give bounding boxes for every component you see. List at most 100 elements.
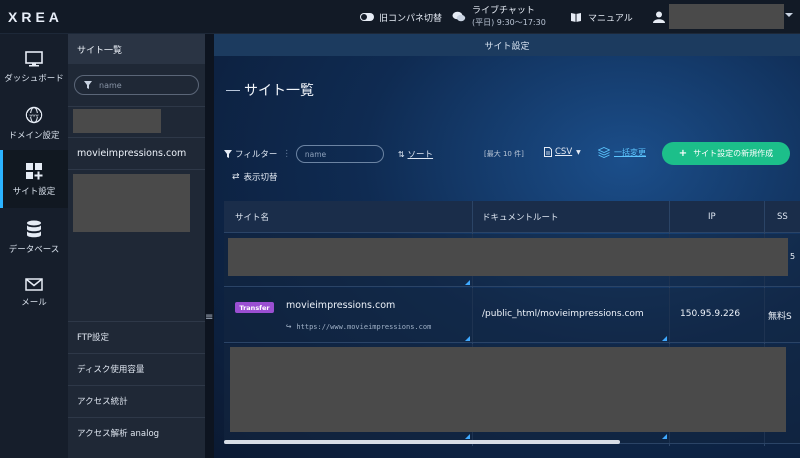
create-site-button[interactable]: + サイト設定の新規作成 bbox=[662, 142, 790, 165]
page-title: サイト一覧 bbox=[226, 80, 314, 100]
table-row[interactable]: Transfer movieimpressions.com ↪ https://… bbox=[224, 288, 800, 343]
display-switch-label: 表示切替 bbox=[243, 173, 278, 183]
column-header-site-name[interactable]: サイト名 bbox=[235, 201, 269, 233]
site-list-item-movieimpressions[interactable]: movieimpressions.com bbox=[77, 148, 186, 159]
main-content: サイト設定 サイト一覧 フィルター ⋮ name ⇅ ソート [最大 10 件]… bbox=[214, 34, 800, 458]
chat-bubble-icon bbox=[452, 11, 466, 22]
filter-name-input[interactable]: name bbox=[295, 145, 384, 163]
legacy-panel-label: 旧コンパネ切替 bbox=[379, 13, 443, 24]
nav-item-database[interactable]: データベース bbox=[0, 208, 68, 266]
site-table: サイト名 ドキュメントルート IP SS 5 Transfer movieimp… bbox=[224, 201, 800, 446]
row-site-url[interactable]: ↪ https://www.movieimpressions.com bbox=[286, 322, 431, 332]
csv-dropdown[interactable]: CSV ▼ bbox=[544, 147, 581, 157]
document-icon bbox=[544, 147, 552, 157]
user-name-redacted[interactable] bbox=[669, 4, 784, 29]
table-row[interactable]: 5 bbox=[224, 234, 800, 287]
manual-link[interactable]: マニュアル bbox=[570, 0, 633, 34]
filter-row: フィルター ⋮ name ⇅ ソート bbox=[224, 145, 433, 163]
corner-marker bbox=[465, 280, 470, 285]
display-switch-button[interactable]: ⇄ 表示切替 bbox=[232, 171, 278, 183]
redacted-row bbox=[230, 347, 786, 432]
subnav-access-analog[interactable]: アクセス解析 analog bbox=[68, 417, 205, 448]
main-navigation: ダッシュボード www ドメイン設定 サイト設定 データベース メール bbox=[0, 34, 68, 458]
manual-label: マニュアル bbox=[588, 13, 633, 24]
panel-collapse-handle-icon[interactable]: ≡ bbox=[205, 312, 213, 323]
row-site-url-text: https://www.movieimpressions.com bbox=[296, 323, 432, 331]
subnav-access-stats[interactable]: アクセス統計 bbox=[68, 385, 205, 416]
bulk-change-label: 一括変更 bbox=[614, 148, 646, 157]
redirect-arrow-icon: ↪ bbox=[286, 322, 292, 332]
bulk-change-link[interactable]: 一括変更 bbox=[598, 147, 646, 158]
user-menu-caret-icon[interactable] bbox=[785, 13, 793, 17]
svg-text:www: www bbox=[29, 112, 38, 117]
page-title-text: サイト一覧 bbox=[244, 83, 314, 99]
xrea-logo[interactable]: XREA bbox=[8, 9, 63, 25]
grid-plus-icon bbox=[26, 162, 43, 179]
redacted-site-item[interactable] bbox=[73, 174, 190, 232]
live-chat-link[interactable]: ライブチャット (平日) 9:30～17:30 bbox=[452, 0, 546, 34]
database-icon bbox=[27, 220, 41, 237]
nav-label-domain: ドメイン設定 bbox=[8, 130, 60, 141]
nav-item-site-settings[interactable]: サイト設定 bbox=[0, 150, 68, 208]
legacy-panel-toggle[interactable]: 旧コンパネ切替 bbox=[360, 0, 442, 34]
sort-button[interactable]: ⇅ ソート bbox=[397, 148, 434, 161]
site-list-panel: サイト一覧 name movieimpressions.com FTP設定 ディ… bbox=[68, 34, 205, 458]
redacted-site-item[interactable] bbox=[73, 109, 161, 133]
divider bbox=[68, 169, 205, 170]
redacted-row bbox=[228, 238, 788, 276]
book-icon bbox=[571, 12, 581, 22]
site-search-input[interactable]: name bbox=[74, 75, 199, 95]
max-count-label: [最大 10 件] bbox=[484, 150, 524, 158]
row-ssl: 無料S bbox=[768, 312, 792, 322]
toggle-icon bbox=[360, 13, 374, 21]
horizontal-scrollbar[interactable] bbox=[224, 440, 620, 444]
divider bbox=[68, 106, 205, 107]
column-header-ssl[interactable]: SS bbox=[777, 201, 788, 233]
monitor-icon bbox=[25, 50, 43, 66]
page-header: サイト設定 bbox=[214, 34, 800, 56]
nav-item-domain[interactable]: www ドメイン設定 bbox=[0, 94, 68, 152]
nav-label-dashboard: ダッシュボード bbox=[4, 73, 64, 84]
nav-item-mail[interactable]: メール bbox=[0, 264, 68, 322]
table-row[interactable] bbox=[224, 344, 800, 444]
filter-divider: ⋮ bbox=[282, 149, 291, 159]
layers-icon bbox=[598, 147, 610, 158]
live-chat-hours: (平日) 9:30～17:30 bbox=[472, 18, 546, 27]
site-list-title: サイト一覧 bbox=[68, 34, 205, 64]
swap-arrows-icon: ⇄ bbox=[232, 172, 240, 182]
envelope-icon bbox=[25, 278, 43, 291]
sort-label: ソート bbox=[407, 150, 434, 160]
filter-funnel-icon bbox=[84, 81, 92, 89]
globe-www-icon: www bbox=[25, 106, 43, 123]
row-site-name[interactable]: movieimpressions.com bbox=[286, 300, 395, 311]
filter-label: フィルター bbox=[235, 150, 278, 160]
row-ip: 150.95.9.226 bbox=[680, 309, 741, 319]
column-header-doc-root[interactable]: ドキュメントルート bbox=[482, 201, 559, 233]
column-header-ip[interactable]: IP bbox=[708, 201, 716, 233]
subnav-disk-usage[interactable]: ディスク使用容量 bbox=[68, 353, 205, 384]
plus-icon: + bbox=[678, 148, 688, 159]
transfer-badge: Transfer bbox=[235, 302, 274, 313]
nav-label-site-settings: サイト設定 bbox=[12, 186, 56, 197]
filter-funnel-icon bbox=[224, 150, 232, 158]
live-chat-label: ライブチャット bbox=[472, 6, 535, 16]
site-search-placeholder: name bbox=[99, 80, 122, 90]
corner-marker bbox=[662, 434, 667, 439]
sort-icon: ⇅ bbox=[397, 149, 405, 159]
table-header: サイト名 ドキュメントルート IP SS bbox=[224, 201, 800, 233]
corner-marker bbox=[465, 336, 470, 341]
subnav-ftp-settings[interactable]: FTP設定 bbox=[68, 321, 205, 352]
user-icon[interactable] bbox=[653, 11, 665, 23]
chevron-down-icon: ▼ bbox=[576, 148, 581, 156]
nav-label-mail: メール bbox=[21, 298, 47, 308]
row-doc-root: /public_html/movieimpressions.com bbox=[482, 309, 644, 319]
create-site-label: サイト設定の新規作成 bbox=[693, 149, 774, 158]
title-dash bbox=[226, 89, 240, 91]
filter-placeholder: name bbox=[304, 149, 327, 159]
top-bar: XREA 旧コンパネ切替 ライブチャット (平日) 9:30～17:30 マニュ… bbox=[0, 0, 800, 34]
corner-marker bbox=[662, 336, 667, 341]
nav-label-database: データベース bbox=[8, 244, 60, 255]
csv-label: CSV bbox=[555, 147, 573, 157]
divider bbox=[68, 137, 205, 138]
nav-item-dashboard[interactable]: ダッシュボード bbox=[0, 38, 68, 96]
